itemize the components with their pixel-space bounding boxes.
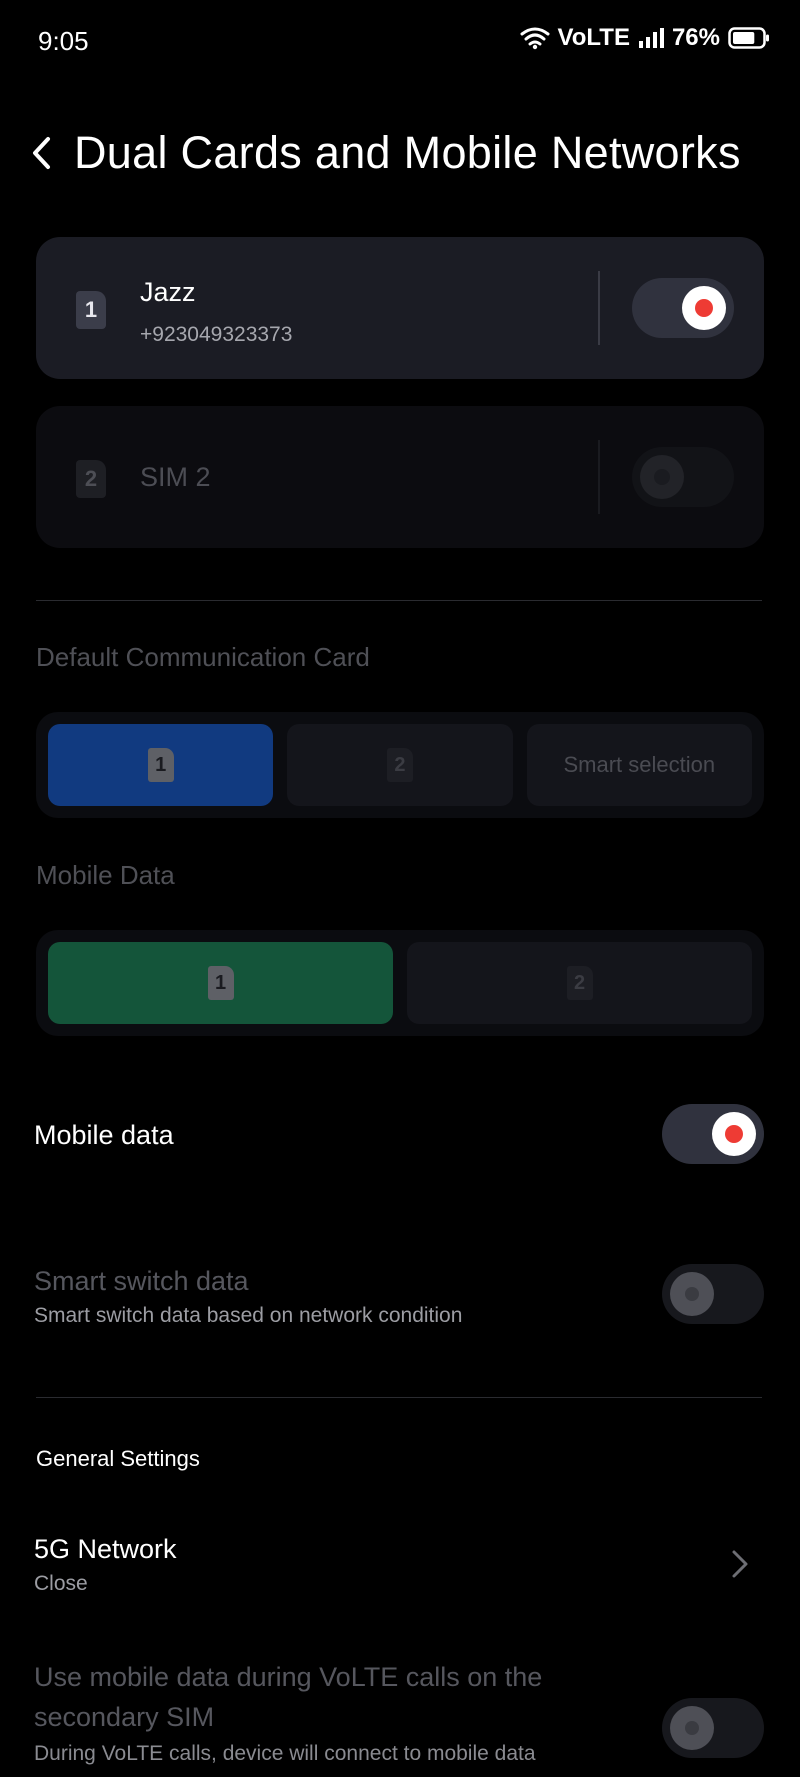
sim-2-icon: 2 xyxy=(386,748,413,782)
smart-selection-label: Smart selection xyxy=(563,752,716,777)
sim-2-icon: 2 xyxy=(566,966,593,1000)
smart-switch-subtitle: Smart switch data based on network condi… xyxy=(34,1304,463,1327)
smart-switch-title: Smart switch data xyxy=(34,1266,249,1296)
volte-secondary-title-line2: secondary SIM xyxy=(34,1702,215,1732)
sim-2-divider xyxy=(598,440,600,514)
volte-secondary-title-line1: Use mobile data during VoLTE calls on th… xyxy=(34,1662,543,1692)
sim-1-phone-number: +923049323373 xyxy=(140,323,293,346)
section-divider xyxy=(36,1397,762,1398)
toggle-knob xyxy=(670,1272,714,1316)
status-bar: 9:05 VoLTE 76% xyxy=(0,0,800,82)
sim-2-toggle xyxy=(632,447,734,507)
toggle-knob xyxy=(640,455,684,499)
sim-card-1[interactable]: 1 Jazz +923049323373 xyxy=(36,237,764,379)
signal-icon xyxy=(638,27,664,49)
default-comm-option-sim1[interactable]: 1 xyxy=(48,724,274,806)
wifi-icon xyxy=(520,26,550,50)
sim-card-2: 2 SIM 2 xyxy=(36,406,764,548)
page-header: Dual Cards and Mobile Networks xyxy=(30,118,780,188)
default-comm-selector: 1 2 Smart selection xyxy=(36,712,764,818)
status-time: 9:05 xyxy=(38,26,89,56)
sim-slot-2-icon: 2 xyxy=(76,460,106,498)
volte-secondary-subtitle: During VoLTE calls, device will connect … xyxy=(34,1742,536,1765)
volte-secondary-toggle[interactable] xyxy=(662,1698,764,1758)
default-comm-option-sim2[interactable]: 2 xyxy=(287,724,513,806)
sim-1-icon: 1 xyxy=(147,748,174,782)
general-settings-label: General Settings xyxy=(36,1446,200,1471)
mobile-data-option-sim2[interactable]: 2 xyxy=(407,942,752,1024)
5g-network-title[interactable]: 5G Network xyxy=(34,1534,177,1565)
mobile-data-option-sim1[interactable]: 1 xyxy=(48,942,393,1024)
section-divider xyxy=(36,600,762,601)
5g-network-value: Close xyxy=(34,1572,88,1595)
chevron-right-icon[interactable] xyxy=(730,1548,750,1580)
battery-icon xyxy=(728,26,770,50)
toggle-knob xyxy=(670,1706,714,1750)
smart-switch-toggle[interactable] xyxy=(662,1264,764,1324)
default-comm-option-smart[interactable]: Smart selection xyxy=(526,724,752,806)
sim-1-icon: 1 xyxy=(207,966,234,1000)
mobile-data-toggle[interactable] xyxy=(662,1104,764,1164)
sim-1-carrier-name: Jazz xyxy=(140,277,196,307)
battery-percent: 76% xyxy=(671,24,720,51)
mobile-data-title: Mobile data xyxy=(34,1120,174,1150)
sim-1-divider xyxy=(598,271,600,345)
page-title: Dual Cards and Mobile Networks xyxy=(74,127,741,178)
mobile-data-card-label: Mobile Data xyxy=(36,860,175,890)
volte-label: VoLTE xyxy=(557,24,630,51)
settings-screen: 9:05 VoLTE 76% Dual Cards and Mobile Net… xyxy=(0,0,800,1777)
back-arrow-icon[interactable] xyxy=(30,131,66,175)
sim-2-name: SIM 2 xyxy=(140,462,211,492)
mobile-data-selector: 1 2 xyxy=(36,930,764,1036)
status-indicators: VoLTE 76% xyxy=(520,24,770,52)
default-comm-label: Default Communication Card xyxy=(36,642,370,672)
toggle-knob xyxy=(682,286,726,330)
toggle-knob xyxy=(712,1112,756,1156)
sim-slot-1-icon: 1 xyxy=(76,291,106,329)
sim-1-toggle[interactable] xyxy=(632,278,734,338)
